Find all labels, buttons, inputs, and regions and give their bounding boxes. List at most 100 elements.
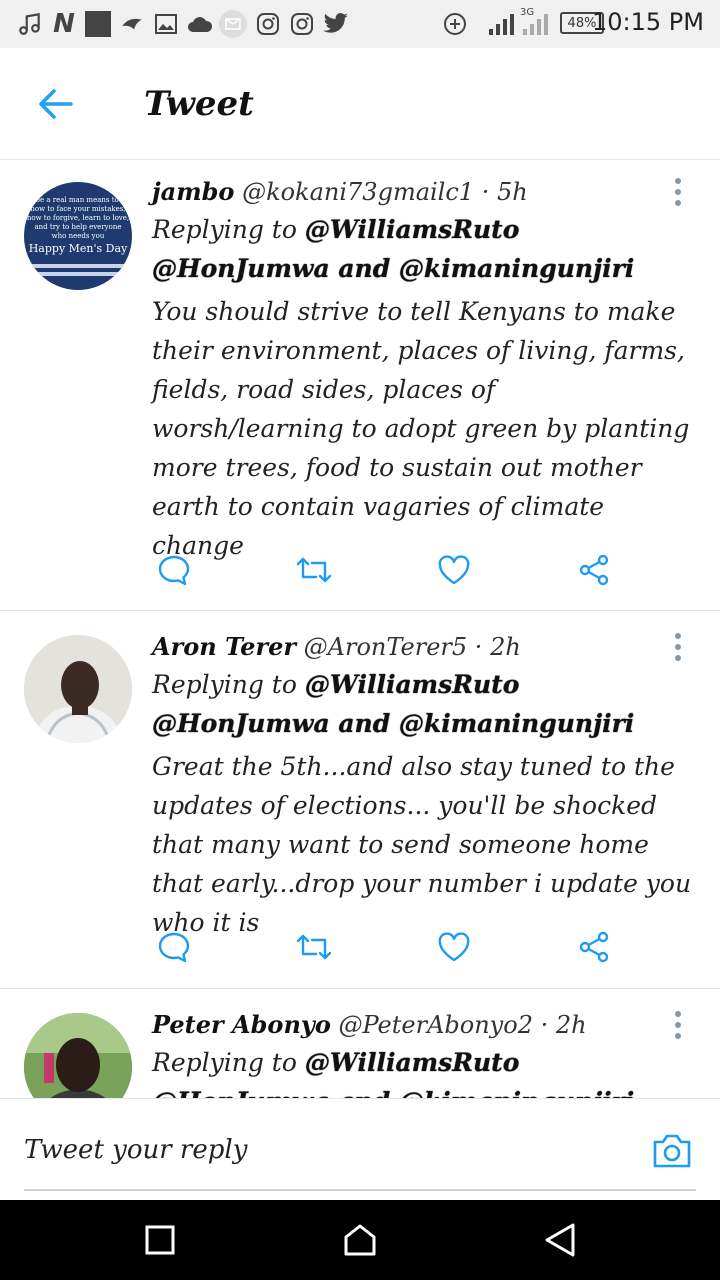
tweet-item[interactable]: Aron Terer @AronTerer5 · 2h Replying to …	[0, 611, 720, 989]
system-nav-bar	[0, 1200, 720, 1280]
n-icon: N	[53, 9, 75, 39]
replying-prefix: Replying to	[152, 1048, 297, 1077]
instagram-icon	[288, 10, 316, 38]
signal-icon: 3G	[520, 7, 550, 38]
tweet-body: Aron Terer @AronTerer5 · 2h Replying to …	[152, 629, 694, 942]
avatar-text-line: to be a real man means to kn	[26, 196, 130, 204]
replying-to: Replying to @WilliamsRuto @HonJumwa and …	[152, 1043, 694, 1098]
twitter-icon	[322, 10, 350, 38]
status-time: 10:15 PM	[592, 8, 704, 36]
more-options-button[interactable]	[666, 627, 690, 667]
heart-icon	[438, 932, 470, 962]
more-options-button[interactable]	[666, 1005, 690, 1045]
share-button[interactable]	[572, 925, 616, 969]
author-handle[interactable]: @AronTerer5	[304, 633, 467, 661]
system-back-button[interactable]	[538, 1218, 582, 1262]
tweet-item[interactable]: Peter Abonyo @PeterAbonyo2 · 2h Replying…	[0, 989, 720, 1098]
tweet-meta: Aron Terer @AronTerer5 · 2h	[152, 629, 694, 665]
like-button[interactable]	[432, 925, 476, 969]
input-underline	[24, 1189, 696, 1191]
tweet-text: Great the 5th...and also stay tuned to t…	[152, 752, 692, 937]
retweet-button[interactable]	[292, 925, 336, 969]
cloud-icon	[186, 10, 214, 38]
author-name[interactable]: jambo	[152, 177, 234, 206]
camera-icon	[653, 1134, 691, 1168]
camera-button[interactable]	[650, 1129, 694, 1173]
dot	[675, 189, 681, 195]
dot	[675, 1022, 681, 1028]
image-icon	[152, 10, 180, 38]
reply-feed[interactable]: to be a real man means to kn how to face…	[0, 160, 720, 1098]
retweet-icon	[296, 557, 332, 583]
recents-square-icon	[145, 1225, 175, 1255]
reply-button[interactable]	[152, 925, 196, 969]
retweet-button[interactable]	[292, 548, 336, 592]
page-title: Tweet	[144, 84, 254, 124]
tweet-time: 2h	[555, 1011, 587, 1039]
network-type: 3G	[520, 7, 535, 18]
dot	[675, 1011, 681, 1017]
tweet-meta: jambo @kokani73gmailc1 · 5h	[152, 174, 694, 210]
music-icon	[16, 10, 44, 38]
tweet-time: 5h	[497, 178, 528, 206]
heart-icon	[438, 555, 470, 585]
avatar[interactable]	[24, 635, 132, 743]
replying-prefix: Replying to	[152, 215, 297, 244]
tweet-actions	[152, 925, 622, 969]
replying-to: Replying to @WilliamsRuto @HonJumwa and …	[152, 665, 694, 743]
square-icon	[84, 10, 112, 38]
bird-icon	[118, 10, 146, 38]
avatar-text-line: who needs you	[51, 232, 105, 240]
reply-composer: Tweet your reply	[0, 1098, 720, 1200]
reply-input[interactable]: Tweet your reply	[24, 1127, 624, 1173]
share-icon	[579, 554, 609, 586]
avatar-text-line: how to forgive, learn to love,	[26, 214, 130, 222]
tweet-time: 2h	[490, 633, 521, 661]
home-button[interactable]	[338, 1218, 382, 1262]
replying-prefix: Replying to	[152, 670, 297, 699]
reply-button[interactable]	[152, 548, 196, 592]
retweet-icon	[296, 934, 332, 960]
status-bar: N 3G 48% 10:15 PM	[0, 0, 720, 48]
mail-icon	[218, 10, 248, 38]
dot	[675, 1033, 681, 1039]
author-handle[interactable]: @PeterAbonyo2	[338, 1011, 532, 1039]
separator: ·	[474, 633, 483, 661]
signal-icon	[486, 10, 516, 38]
add-circle-icon	[442, 10, 468, 38]
author-name[interactable]: Aron Terer	[152, 632, 296, 661]
avatar-banner: Happy Men's Day	[28, 242, 128, 255]
share-button[interactable]	[572, 548, 616, 592]
dot	[675, 178, 681, 184]
tweet-body: jambo @kokani73gmailc1 · 5h Replying to …	[152, 174, 694, 565]
avatar-text-line: how to face your mistakes,	[30, 205, 126, 213]
app-header: Tweet	[0, 48, 720, 160]
back-triangle-icon	[545, 1223, 575, 1257]
tweet-text: You should strive to tell Kenyans to mak…	[152, 297, 690, 560]
author-handle[interactable]: @kokani73gmailc1	[242, 178, 474, 206]
reply-icon	[158, 932, 190, 963]
reply-icon	[158, 555, 190, 586]
recents-button[interactable]	[138, 1218, 182, 1262]
more-options-button[interactable]	[666, 172, 690, 212]
back-button[interactable]	[30, 82, 80, 126]
instagram-icon	[254, 10, 282, 38]
separator: ·	[540, 1011, 549, 1039]
like-button[interactable]	[432, 548, 476, 592]
avatar-text-line: and try to help everyone	[34, 223, 122, 231]
tweet-body: Peter Abonyo @PeterAbonyo2 · 2h Replying…	[152, 1007, 694, 1098]
dot	[675, 200, 681, 206]
author-name[interactable]: Peter Abonyo	[152, 1010, 331, 1039]
avatar[interactable]: to be a real man means to kn how to face…	[24, 182, 132, 290]
dot	[675, 633, 681, 639]
separator: ·	[481, 178, 490, 206]
dot	[675, 644, 681, 650]
arrow-left-icon	[39, 89, 73, 119]
avatar[interactable]	[24, 1013, 132, 1098]
replying-to: Replying to @WilliamsRuto @HonJumwa and …	[152, 210, 694, 288]
share-icon	[579, 931, 609, 963]
tweet-item[interactable]: to be a real man means to kn how to face…	[0, 160, 720, 611]
tweet-actions	[152, 548, 622, 592]
dot	[675, 655, 681, 661]
home-icon	[344, 1224, 376, 1256]
